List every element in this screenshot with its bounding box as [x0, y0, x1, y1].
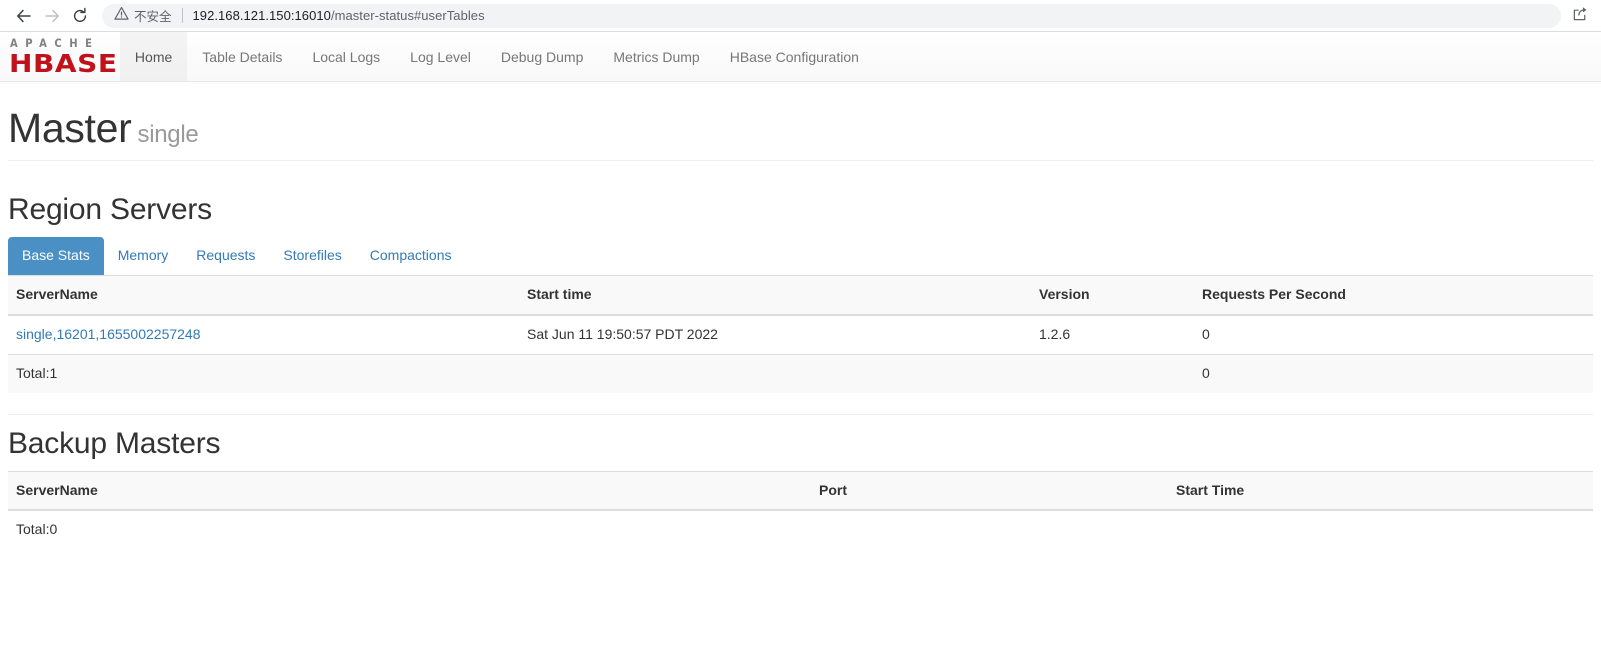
column-header-start-time: Start time [519, 274, 1031, 316]
cell-total-requests-per-second: 0 [1194, 353, 1593, 393]
tab-memory[interactable]: Memory [104, 237, 183, 275]
column-header-start-time: Start Time [1168, 470, 1593, 512]
region-servers-tabs: Base Stats Memory Requests Storefiles Co… [8, 237, 1593, 275]
cell-total-servername: Total:1 [8, 353, 519, 393]
url-text: 192.168.121.150:16010/master-status#user… [193, 8, 485, 23]
nav-item-hbase-configuration[interactable]: HBase Configuration [715, 32, 874, 81]
main-nav: Home Table Details Local Logs Log Level … [119, 32, 874, 81]
backup-masters-table-body: Total:0 [8, 509, 1593, 550]
column-header-port: Port [811, 470, 1168, 512]
table-header-row: ServerName Port Start Time [8, 470, 1593, 512]
security-status[interactable]: 不安全 [114, 6, 172, 26]
cell-total-version [1031, 353, 1194, 393]
cell-servername: single,16201,1655002257248 [8, 314, 519, 355]
region-servers-section: Region Servers Base Stats Memory Request… [8, 181, 1593, 415]
page-header: Master single [8, 82, 1593, 162]
tab-requests[interactable]: Requests [182, 237, 269, 275]
reload-icon [71, 7, 89, 25]
browser-toolbar: 不安全 192.168.121.150:16010/master-status#… [0, 0, 1601, 32]
hbase-navbar: APACHE HBASE Home Table Details Local Lo… [0, 32, 1601, 82]
region-servers-heading: Region Servers [8, 193, 212, 227]
address-bar[interactable]: 不安全 192.168.121.150:16010/master-status#… [102, 3, 1561, 28]
logo-hbase-text: HBASE [9, 48, 118, 78]
omnibox-divider [181, 8, 183, 23]
cell-requests-per-second: 0 [1194, 314, 1593, 355]
tab-storefiles[interactable]: Storefiles [269, 237, 355, 275]
security-label: 不安全 [134, 9, 172, 24]
column-header-requests-per-second: Requests Per Second [1194, 274, 1593, 316]
backup-masters-table-head: ServerName Port Start Time [8, 470, 1593, 512]
forward-arrow-icon [43, 7, 61, 25]
region-servers-table-head: ServerName Start time Version Requests P… [8, 274, 1593, 316]
nav-item-metrics-dump[interactable]: Metrics Dump [598, 32, 714, 81]
nav-item-home[interactable]: Home [119, 32, 188, 81]
nav-item-local-logs[interactable]: Local Logs [297, 32, 395, 81]
region-servers-table-body: single,16201,1655002257248 Sat Jun 11 19… [8, 314, 1593, 393]
page-subtitle: single [137, 121, 199, 148]
cell-start-time: Sat Jun 11 19:50:57 PDT 2022 [519, 314, 1031, 355]
column-header-servername: ServerName [8, 274, 519, 316]
backup-masters-section: Backup Masters ServerName Port Start Tim… [8, 415, 1593, 550]
tab-compactions[interactable]: Compactions [356, 237, 466, 275]
tab-base-stats[interactable]: Base Stats [8, 237, 104, 275]
page-title-text: Master [8, 105, 132, 151]
table-total-row: Total:1 0 [8, 353, 1593, 393]
nav-item-table-details[interactable]: Table Details [187, 32, 297, 81]
main-content: Master single Region Servers Base Stats M… [0, 82, 1601, 550]
column-header-version: Version [1031, 274, 1194, 316]
hbase-logo[interactable]: APACHE HBASE [0, 32, 120, 81]
table-row: single,16201,1655002257248 Sat Jun 11 19… [8, 314, 1593, 355]
cell-version: 1.2.6 [1031, 314, 1194, 355]
nav-item-debug-dump[interactable]: Debug Dump [486, 32, 599, 81]
back-arrow-icon [15, 7, 33, 25]
table-header-row: ServerName Start time Version Requests P… [8, 274, 1593, 316]
backup-masters-heading: Backup Masters [8, 426, 221, 460]
cell-total-start-time [1168, 509, 1593, 550]
backup-masters-table: ServerName Port Start Time Total:0 [8, 470, 1593, 550]
region-server-link[interactable]: single,16201,1655002257248 [16, 326, 201, 342]
reload-button[interactable] [66, 2, 94, 30]
url-path: /master-status#userTables [330, 8, 485, 23]
column-header-servername: ServerName [8, 470, 811, 512]
warning-triangle-icon [114, 6, 129, 26]
nav-item-log-level[interactable]: Log Level [395, 32, 486, 81]
share-export-icon [1572, 5, 1589, 27]
forward-button[interactable] [38, 2, 66, 30]
url-host: 192.168.121.150:16010 [192, 8, 331, 23]
page-title: Master single [8, 105, 1593, 151]
cell-total-servername: Total:0 [8, 509, 811, 550]
back-button[interactable] [10, 2, 38, 30]
cell-total-port [811, 509, 1168, 550]
region-servers-table: ServerName Start time Version Requests P… [8, 274, 1593, 393]
table-total-row: Total:0 [8, 509, 1593, 550]
share-button[interactable] [1565, 2, 1595, 30]
cell-total-start-time [519, 353, 1031, 393]
